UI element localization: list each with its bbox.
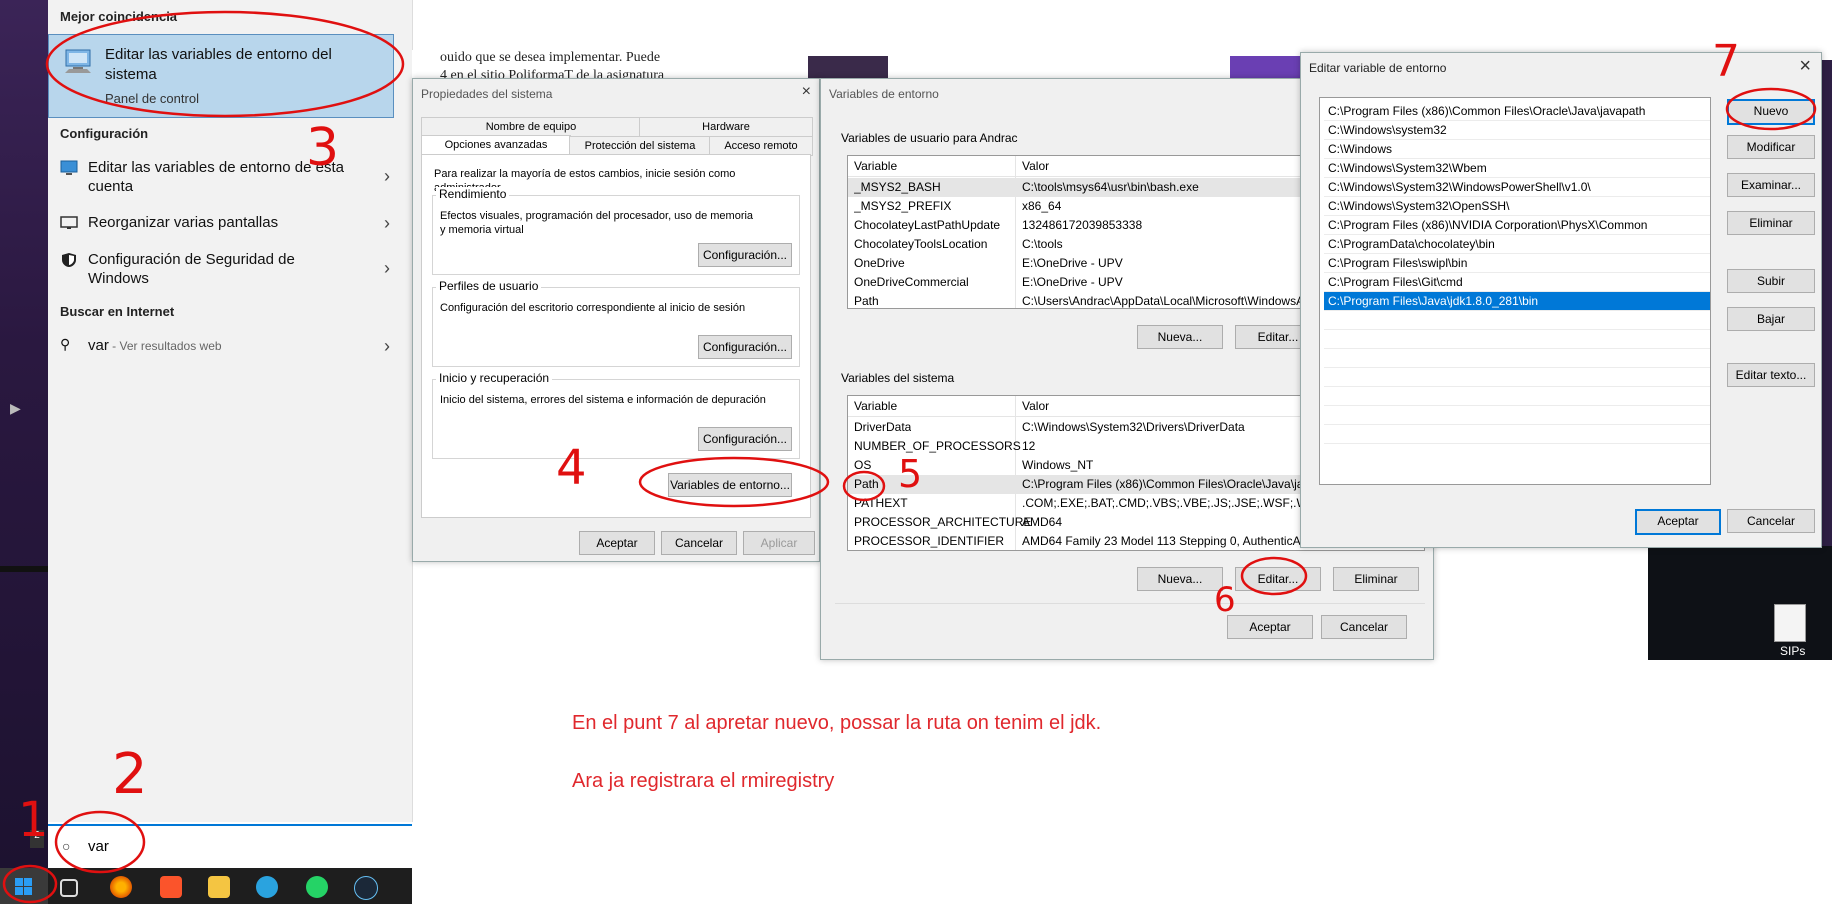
annotation-number: 2 (112, 742, 148, 807)
annotation-number: 1 (18, 792, 49, 848)
annotation-number: 3 (306, 118, 340, 178)
annotation-number: 5 (898, 452, 923, 496)
annotation-number: 7 (1712, 36, 1740, 87)
annotation-circle-edit (1240, 556, 1308, 596)
annotation-note: Ara ja registrara el rmiregistry (572, 770, 835, 792)
annotation-number: 4 (556, 440, 587, 496)
annotation-circle-new (1725, 87, 1817, 131)
annotation-circle-env-button (638, 456, 830, 508)
annotation-circle-start (2, 864, 58, 904)
annotation-circle-path (842, 470, 886, 502)
annotation-note: En el punt 7 al apretar nuevo, possar la… (572, 712, 1102, 734)
annotation-circle-best-match (45, 10, 405, 118)
annotation-number: 6 (1214, 580, 1236, 620)
annotation-circle-search (54, 810, 146, 874)
